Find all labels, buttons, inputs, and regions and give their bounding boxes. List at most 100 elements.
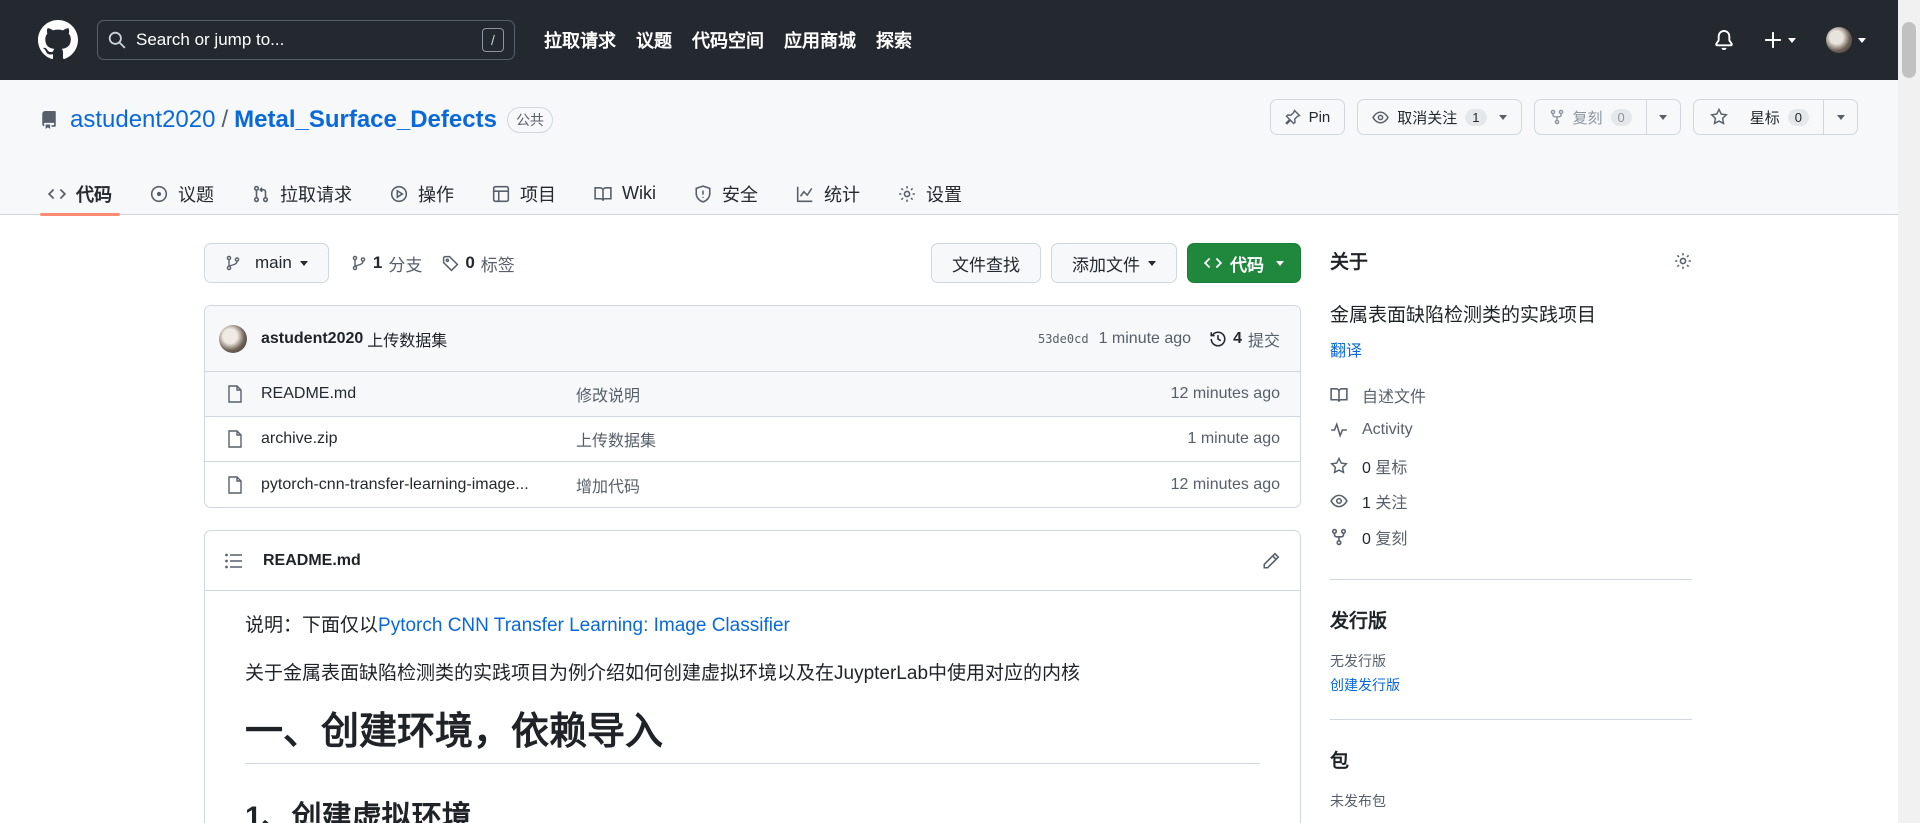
- packages-title-text: 包: [1330, 750, 1350, 772]
- packages-section: 包 未发布包: [1330, 746, 1692, 811]
- list-icon[interactable]: [225, 553, 243, 569]
- translate-link[interactable]: 翻译: [1330, 337, 1692, 361]
- create-new-button[interactable]: [1764, 31, 1796, 49]
- user-menu-button[interactable]: [1826, 27, 1866, 53]
- tags-link[interactable]: 0 标签: [442, 251, 515, 276]
- fork-button-group: 复刻 0: [1533, 99, 1681, 135]
- commit-history-link[interactable]: 4 提交: [1209, 327, 1280, 351]
- file-name[interactable]: archive.zip: [261, 430, 561, 448]
- tab-label: 拉取请求: [280, 184, 352, 205]
- search-shortcut-key: /: [482, 28, 504, 52]
- forks-link[interactable]: 0 复刻: [1330, 519, 1692, 555]
- star-dropdown-button[interactable]: [1823, 100, 1857, 134]
- commit-count: 4: [1233, 329, 1242, 347]
- readme-title[interactable]: README.md: [263, 552, 361, 570]
- tab-insights[interactable]: 统计: [788, 172, 868, 215]
- scrollbar-thumb[interactable]: [1902, 22, 1916, 78]
- repo-name-link[interactable]: Metal_Surface_Defects: [234, 106, 497, 134]
- gear-icon: [899, 185, 915, 202]
- tab-issues[interactable]: 议题: [142, 172, 222, 215]
- find-file-button[interactable]: 文件查找: [931, 243, 1041, 283]
- tag-label: 标签: [480, 255, 515, 275]
- file-commit-message[interactable]: 增加代码: [576, 473, 1171, 497]
- packages-title[interactable]: 包: [1330, 746, 1692, 773]
- readme-link[interactable]: Pytorch CNN Transfer Learning: Image Cla…: [378, 615, 790, 636]
- tab-label: 统计: [824, 184, 860, 205]
- file-name[interactable]: README.md: [261, 385, 561, 403]
- pulse-icon: [1331, 422, 1347, 439]
- global-nav-pulls[interactable]: 拉取请求: [544, 27, 616, 53]
- activity-link[interactable]: Activity: [1330, 413, 1692, 449]
- stars-label: 星标: [1375, 459, 1408, 477]
- bell-icon[interactable]: [1714, 30, 1734, 50]
- eye-icon: [1372, 110, 1390, 124]
- fork-dropdown-button[interactable]: [1645, 100, 1680, 134]
- repo-icon: [42, 111, 56, 129]
- chevron-down-icon: [1858, 37, 1866, 43]
- readme-content: 说明：下面仅以Pytorch CNN Transfer Learning: Im…: [205, 591, 1300, 823]
- commit-message[interactable]: 上传数据集: [367, 327, 447, 351]
- forks-label: 复刻: [1375, 530, 1408, 548]
- commit-sha[interactable]: 53de0cd: [1038, 332, 1089, 346]
- readme-link[interactable]: 自述文件: [1330, 377, 1692, 413]
- branch-icon: [226, 255, 240, 271]
- plus-icon: [1765, 32, 1781, 48]
- pencil-icon[interactable]: [1262, 552, 1280, 570]
- code-label: 代码: [1230, 255, 1264, 275]
- global-nav-marketplace[interactable]: 应用商城: [784, 27, 856, 53]
- file-name[interactable]: pytorch-cnn-transfer-learning-image...: [261, 476, 561, 494]
- add-file-button[interactable]: 添加文件: [1051, 243, 1177, 283]
- file-row[interactable]: README.md 修改说明 12 minutes ago: [205, 372, 1300, 417]
- tab-projects[interactable]: 项目: [484, 172, 564, 215]
- file-list: astudent2020 上传数据集 53de0cd 1 minute ago …: [204, 305, 1301, 508]
- global-nav-explore[interactable]: 探索: [876, 27, 912, 53]
- tab-actions[interactable]: 操作: [382, 172, 462, 215]
- shield-icon: [695, 184, 711, 203]
- chevron-down-icon: [1659, 114, 1668, 120]
- readme-panel: README.md 说明：下面仅以Pytorch CNN Transfer Le…: [204, 530, 1301, 823]
- tab-pull-requests[interactable]: 拉取请求: [244, 172, 360, 215]
- file-commit-message[interactable]: 修改说明: [576, 382, 1171, 406]
- watch-label: 取消关注: [1397, 109, 1458, 127]
- file-commit-message[interactable]: 上传数据集: [576, 427, 1187, 451]
- code-button[interactable]: 代码: [1187, 243, 1301, 283]
- readme-paragraph: 关于金属表面缺陷检测类的实践项目为例介绍如何创建虚拟环境以及在JuypterLa…: [245, 663, 1081, 684]
- global-nav-issues[interactable]: 议题: [636, 27, 672, 53]
- commit-count-label: 提交: [1247, 332, 1280, 350]
- divider: [1330, 718, 1692, 720]
- file-row[interactable]: pytorch-cnn-transfer-learning-image... 增…: [205, 462, 1300, 507]
- file-row[interactable]: archive.zip 上传数据集 1 minute ago: [205, 417, 1300, 462]
- releases-title[interactable]: 发行版: [1330, 606, 1692, 633]
- gear-icon[interactable]: [1674, 252, 1692, 270]
- divider: [1330, 578, 1692, 580]
- repo-owner-link[interactable]: astudent2020: [70, 106, 215, 134]
- tab-label: 操作: [418, 184, 454, 205]
- fork-button[interactable]: 复刻 0: [1535, 100, 1646, 134]
- tab-security[interactable]: 安全: [686, 172, 766, 215]
- tab-wiki[interactable]: Wiki: [586, 172, 664, 215]
- pull-request-icon: [253, 185, 269, 202]
- pin-button[interactable]: Pin: [1269, 99, 1346, 135]
- global-nav-codespaces[interactable]: 代码空间: [692, 27, 764, 53]
- add-file-label: 添加文件: [1072, 255, 1140, 275]
- branch-select-button[interactable]: main: [204, 243, 329, 283]
- tab-code[interactable]: 代码: [40, 172, 120, 216]
- stars-link[interactable]: 0 星标: [1330, 448, 1692, 484]
- page: Search or jump to... / 拉取请求 议题 代码空间 应用商城…: [0, 0, 1920, 823]
- commit-author[interactable]: astudent2020: [261, 330, 363, 348]
- search-input[interactable]: Search or jump to... /: [97, 20, 515, 60]
- file-commit-time: 12 minutes ago: [1170, 475, 1280, 493]
- pin-label: Pin: [1308, 108, 1331, 126]
- chevron-down-icon: [1836, 114, 1845, 120]
- branches-link[interactable]: 1 分支: [351, 251, 422, 276]
- unwatch-button[interactable]: 取消关注 1: [1358, 100, 1520, 134]
- create-release-link[interactable]: 创建发行版: [1330, 675, 1692, 695]
- star-button[interactable]: 星标 0: [1694, 100, 1823, 134]
- avatar[interactable]: [219, 324, 247, 353]
- page-scrollbar[interactable]: [1898, 0, 1920, 823]
- github-logo-icon[interactable]: [38, 20, 78, 60]
- watchers-link[interactable]: 1 关注: [1330, 484, 1692, 520]
- tab-settings[interactable]: 设置: [890, 172, 970, 215]
- readme-subheading: 1、创建虚拟环境: [245, 801, 472, 823]
- code-icon: [1204, 257, 1222, 269]
